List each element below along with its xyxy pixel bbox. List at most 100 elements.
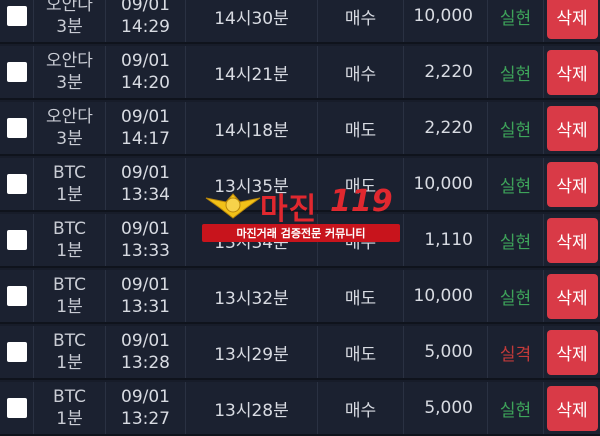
- row-checkbox[interactable]: [6, 398, 27, 418]
- result-cell: 실현: [488, 214, 544, 266]
- result-cell: 실현: [488, 382, 544, 434]
- datetime-cell: 09/01 14:29: [106, 0, 186, 42]
- status-badge: 실현: [499, 232, 532, 253]
- delete-button[interactable]: 삭제: [546, 273, 598, 319]
- round-cell: 13시28분: [186, 382, 318, 434]
- amount-cell: 1,110: [404, 214, 488, 266]
- round-time: 13시35분: [214, 176, 289, 197]
- delete-cell: 삭제: [544, 102, 600, 154]
- round-time: 13시34분: [214, 232, 289, 253]
- instrument-cell: 오안다 3분: [34, 0, 106, 42]
- row-checkbox-cell: [0, 46, 34, 98]
- round-time: 14시18분: [214, 120, 289, 141]
- trade-date: 09/01: [121, 51, 170, 71]
- instrument-name: 오안다: [46, 0, 93, 15]
- side-cell: 매수: [318, 0, 404, 42]
- delete-button[interactable]: 삭제: [546, 161, 598, 207]
- row-checkbox[interactable]: [6, 342, 27, 362]
- table-row: BTC 1분 09/01 13:34 13시35분 매도 10,000 실현 삭제: [0, 158, 600, 212]
- trade-time: 13:28: [121, 353, 170, 373]
- table-row: BTC 1분 09/01 13:28 13시29분 매도 5,000 실격 삭제: [0, 326, 600, 380]
- amount-cell: 5,000: [404, 382, 488, 434]
- table-row: 오안다 3분 09/01 14:20 14시21분 매수 2,220 실현 삭제: [0, 46, 600, 100]
- row-checkbox[interactable]: [6, 118, 27, 138]
- round-time: 13시32분: [214, 288, 289, 309]
- delete-button[interactable]: 삭제: [546, 217, 598, 263]
- instrument-name: BTC: [53, 275, 86, 295]
- row-checkbox-cell: [0, 214, 34, 266]
- round-cell: 13시34분: [186, 214, 318, 266]
- table-row: BTC 1분 09/01 13:31 13시32분 매도 10,000 실현 삭제: [0, 270, 600, 324]
- trade-date: 09/01: [121, 275, 170, 295]
- trade-amount: 2,220: [424, 62, 473, 82]
- trade-date: 09/01: [121, 331, 170, 351]
- trade-side: 매수: [344, 64, 377, 85]
- row-checkbox[interactable]: [6, 6, 27, 26]
- result-cell: 실현: [488, 0, 544, 42]
- side-cell: 매수: [318, 382, 404, 434]
- trade-side: 매도: [344, 176, 377, 197]
- delete-button[interactable]: 삭제: [546, 105, 598, 151]
- delete-cell: 삭제: [544, 382, 600, 434]
- row-checkbox[interactable]: [6, 230, 27, 250]
- instrument-cell: BTC 1분: [34, 158, 106, 210]
- row-checkbox[interactable]: [6, 286, 27, 306]
- status-badge: 실현: [499, 176, 532, 197]
- side-cell: 매도: [318, 102, 404, 154]
- instrument-period: 3분: [56, 129, 83, 149]
- row-checkbox-cell: [0, 326, 34, 378]
- trade-date: 09/01: [121, 0, 170, 15]
- status-badge: 실현: [499, 64, 532, 85]
- datetime-cell: 09/01 13:27: [106, 382, 186, 434]
- side-cell: 매도: [318, 158, 404, 210]
- instrument-cell: BTC 1분: [34, 270, 106, 322]
- instrument-period: 1분: [56, 409, 83, 429]
- trade-date: 09/01: [121, 107, 170, 127]
- amount-cell: 5,000: [404, 326, 488, 378]
- delete-cell: 삭제: [544, 0, 600, 42]
- delete-cell: 삭제: [544, 158, 600, 210]
- trade-amount: 10,000: [413, 6, 473, 26]
- delete-button[interactable]: 삭제: [546, 49, 598, 95]
- status-badge: 실현: [499, 288, 532, 309]
- trade-amount: 5,000: [424, 398, 473, 418]
- trade-side: 매수: [344, 8, 377, 29]
- row-checkbox[interactable]: [6, 174, 27, 194]
- amount-cell: 2,220: [404, 46, 488, 98]
- delete-button[interactable]: 삭제: [546, 329, 598, 375]
- result-cell: 실현: [488, 46, 544, 98]
- side-cell: 매수: [318, 46, 404, 98]
- datetime-cell: 09/01 13:31: [106, 270, 186, 322]
- row-checkbox-cell: [0, 158, 34, 210]
- round-cell: 13시32분: [186, 270, 318, 322]
- row-checkbox-cell: [0, 270, 34, 322]
- row-checkbox-cell: [0, 0, 34, 42]
- delete-cell: 삭제: [544, 46, 600, 98]
- delete-button[interactable]: 삭제: [546, 0, 598, 39]
- instrument-name: 오안다: [46, 51, 93, 71]
- trade-amount: 5,000: [424, 342, 473, 362]
- datetime-cell: 09/01 13:34: [106, 158, 186, 210]
- status-badge: 실현: [499, 8, 532, 29]
- result-cell: 실현: [488, 158, 544, 210]
- trade-side: 매도: [344, 288, 377, 309]
- datetime-cell: 09/01 13:33: [106, 214, 186, 266]
- trade-time: 13:34: [121, 185, 170, 205]
- amount-cell: 10,000: [404, 0, 488, 42]
- table-row: 오안다 3분 09/01 14:17 14시18분 매도 2,220 실현 삭제: [0, 102, 600, 156]
- instrument-period: 3분: [56, 73, 83, 93]
- table-row: BTC 1분 09/01 13:27 13시28분 매수 5,000 실현 삭제: [0, 382, 600, 436]
- instrument-cell: BTC 1분: [34, 326, 106, 378]
- row-checkbox[interactable]: [6, 62, 27, 82]
- trade-amount: 10,000: [413, 174, 473, 194]
- side-cell: 매도: [318, 326, 404, 378]
- trade-time: 14:29: [121, 17, 170, 37]
- side-cell: 매도: [318, 270, 404, 322]
- instrument-cell: 오안다 3분: [34, 102, 106, 154]
- delete-button[interactable]: 삭제: [546, 385, 598, 431]
- round-cell: 14시30분: [186, 0, 318, 42]
- instrument-name: BTC: [53, 387, 86, 407]
- trade-amount: 1,110: [424, 230, 473, 250]
- trade-time: 13:31: [121, 297, 170, 317]
- instrument-period: 1분: [56, 185, 83, 205]
